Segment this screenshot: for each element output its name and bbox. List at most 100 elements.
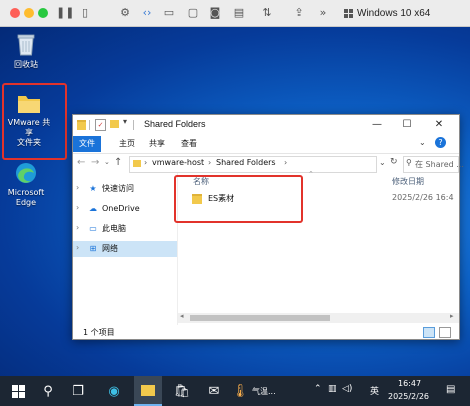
divider	[89, 120, 90, 130]
minimize-button[interactable]: —	[363, 115, 391, 135]
expand-chevron-icon[interactable]: ›	[76, 223, 79, 232]
volume-icon[interactable]: ◁)	[342, 384, 352, 394]
horizontal-scrollbar[interactable]: ◂ ▸	[178, 312, 459, 323]
computer-icon: ▭	[89, 224, 97, 233]
edge-shortcut[interactable]: Microsoft Edge	[2, 161, 50, 208]
settings-wrench-icon[interactable]: ⚙	[116, 4, 134, 22]
search-icon[interactable]: ⚲	[34, 376, 62, 406]
highlight-box-file	[174, 175, 303, 223]
edge-icon	[16, 163, 36, 183]
star-icon: ★	[89, 184, 97, 193]
breadcrumb-separator-icon: ›	[208, 158, 212, 167]
more-icon[interactable]: »	[314, 4, 332, 22]
input-language[interactable]: 英	[370, 384, 379, 397]
windows-logo-icon	[11, 384, 25, 398]
nav-item-quick-access[interactable]: ★ 快速访问	[73, 181, 177, 197]
desktop: 回收站 VMware 共享 文件夹 Microsoft Edge ✓ ▾ Sha…	[0, 27, 470, 376]
large-icons-view-icon[interactable]	[439, 327, 451, 338]
divider	[133, 120, 134, 130]
clock-time[interactable]: 16:47	[398, 379, 421, 388]
back-icon[interactable]: ←	[77, 157, 85, 168]
breadcrumb-shared-folders[interactable]: Shared Folders	[216, 158, 276, 167]
breadcrumb-vmware-host[interactable]: vmware-host	[152, 158, 204, 167]
weather-icon[interactable]: 🌡	[226, 376, 254, 406]
clock-date[interactable]: 2025/2/26	[388, 392, 429, 401]
file-explorer-window: ✓ ▾ Shared Folders — ☐ ✕ 文件 主页 共享 查看 ⌄ ?…	[72, 114, 464, 340]
taskbar: ⚲ ❐ ◉ 🛍 ✉ 🌡 气温... ⌃ ▥ ◁) 英 16:47 2025/2/…	[0, 376, 470, 406]
scroll-left-icon[interactable]: ◂	[180, 312, 184, 320]
maximize-window-button[interactable]	[38, 8, 48, 18]
navigation-bar: ← → ⌄ ↑ › vmware-host › Shared Folders ›…	[73, 153, 464, 174]
notification-icon[interactable]: ▤	[446, 384, 455, 395]
network-status-icon[interactable]: ▥	[328, 384, 337, 394]
hard-disk-icon[interactable]: ▭	[160, 4, 178, 22]
expand-chevron-icon[interactable]: ›	[76, 203, 79, 212]
status-bar: 1 个项目	[73, 325, 459, 339]
file-explorer-taskbar-icon[interactable]	[134, 376, 162, 406]
store-icon[interactable]: 🛍	[168, 376, 196, 406]
address-bar[interactable]: › vmware-host › Shared Folders ›	[129, 156, 377, 173]
nav-item-this-pc[interactable]: ▭ 此电脑	[73, 221, 177, 237]
search-placeholder: 在 Shared ...	[415, 160, 464, 169]
task-view-icon[interactable]: ❐	[64, 376, 92, 406]
maximize-button[interactable]: ☐	[393, 115, 421, 135]
hidden-icons-chevron-icon[interactable]: ⌃	[314, 384, 322, 394]
quick-access-dropdown-icon[interactable]: ▾	[123, 117, 127, 126]
code-icon[interactable]: ‹›	[138, 4, 156, 22]
scrollbar-thumb[interactable]	[190, 315, 330, 321]
explorer-title: Shared Folders	[144, 119, 206, 129]
vm-title-area: Windows 10 x64	[344, 4, 430, 22]
breadcrumb-separator-icon: ›	[144, 158, 148, 167]
folder-icon	[141, 384, 155, 396]
file-modified: 2025/2/26 16:4	[392, 193, 454, 202]
item-count: 1 个项目	[83, 328, 115, 337]
expand-chevron-icon[interactable]: ›	[76, 243, 79, 252]
recycle-bin-label: 回收站	[14, 60, 38, 69]
share-icon[interactable]: ⇪	[290, 4, 308, 22]
lock-icon[interactable]: ▢	[184, 4, 202, 22]
nav-item-network[interactable]: ⊞ 网络	[73, 241, 177, 257]
tab-file[interactable]: 文件	[73, 136, 101, 152]
properties-icon[interactable]: ✓	[95, 119, 106, 131]
nav-item-onedrive[interactable]: ☁ OneDrive	[73, 201, 177, 217]
column-header-modified[interactable]: 修改日期	[392, 176, 424, 187]
vm-title: Windows 10 x64	[357, 7, 431, 19]
tab-view[interactable]: 查看	[175, 136, 203, 152]
refresh-icon[interactable]: ↻	[390, 157, 398, 167]
usb-icon[interactable]: ⇅	[258, 4, 276, 22]
expand-ribbon-icon[interactable]: ⌄	[419, 138, 426, 147]
edge-taskbar-icon[interactable]: ◉	[100, 376, 128, 406]
network-folder-icon	[133, 160, 141, 167]
recent-locations-icon[interactable]: ⌄	[104, 158, 110, 166]
details-view-icon[interactable]	[423, 327, 435, 338]
sidebar-icon[interactable]: ▯	[76, 4, 94, 22]
vm-toolbar: ❚❚ ▯ ⚙ ‹› ▭ ▢ ◙ ▤ ⇅ ⇪ » Windows 10 x64	[0, 0, 470, 27]
printer-icon[interactable]: ▤	[230, 4, 248, 22]
expand-chevron-icon[interactable]: ›	[76, 183, 79, 192]
recycle-bin-shortcut[interactable]: 回收站	[6, 31, 46, 70]
start-button[interactable]	[4, 376, 32, 406]
sort-indicator-icon: ⌃	[308, 170, 314, 178]
close-button[interactable]: ✕	[425, 115, 453, 135]
windows-logo-icon	[344, 8, 353, 18]
network-icon: ⊞	[89, 244, 97, 253]
navigation-pane: ★ 快速访问 ☁ OneDrive ▭ 此电脑 ⊞ 网络 › › › ›	[73, 173, 178, 325]
search-icon: ⚲	[406, 158, 412, 167]
new-folder-icon[interactable]	[110, 120, 119, 128]
search-box[interactable]: ⚲ 在 Shared ...	[403, 156, 464, 173]
tab-home[interactable]: 主页	[113, 136, 141, 152]
recycle-bin-icon	[17, 34, 35, 56]
tab-share[interactable]: 共享	[143, 136, 171, 152]
help-icon[interactable]: ?	[435, 137, 446, 148]
address-dropdown-icon[interactable]: ⌄	[379, 158, 386, 167]
up-icon[interactable]: ↑	[114, 157, 122, 168]
camera-icon[interactable]: ◙	[206, 4, 224, 22]
pause-icon[interactable]: ❚❚	[56, 4, 74, 22]
minimize-window-button[interactable]	[24, 8, 34, 18]
weather-label[interactable]: 气温...	[252, 386, 276, 397]
forward-icon[interactable]: →	[91, 157, 99, 168]
scroll-right-icon[interactable]: ▸	[450, 312, 454, 320]
mail-icon[interactable]: ✉	[200, 376, 228, 406]
close-window-button[interactable]	[10, 8, 20, 18]
explorer-title-bar: ✓ ▾ Shared Folders — ☐ ✕	[73, 115, 459, 135]
